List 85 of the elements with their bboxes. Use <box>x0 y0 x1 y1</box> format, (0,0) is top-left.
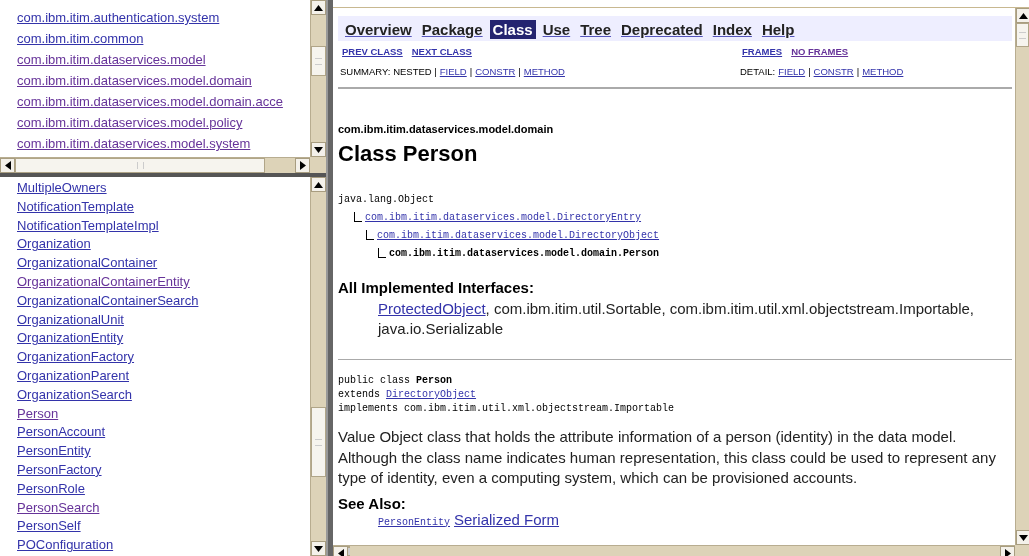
scrollbar-corner <box>1015 545 1029 556</box>
horizontal-scrollbar[interactable] <box>333 545 1015 556</box>
arrow-right-icon[interactable] <box>299 161 306 170</box>
class-name: com.ibm.itim.dataservices.model.domain.Person <box>389 247 660 261</box>
class-link[interactable]: NotificationTemplateImpl <box>17 216 159 236</box>
vertical-scrollbar[interactable] <box>310 0 326 157</box>
summary-text: | <box>469 66 473 77</box>
superclass-link[interactable]: DirectoryObject <box>386 389 477 400</box>
vertical-scrollbar[interactable] <box>310 177 326 556</box>
class-link[interactable]: PersonRole <box>17 479 85 499</box>
summary-link[interactable]: CONSTR <box>475 66 516 77</box>
class-signature: public class Person <box>338 374 454 388</box>
arrow-left-icon[interactable] <box>337 549 344 556</box>
class-title: Class Person <box>338 141 479 167</box>
nav-tab[interactable]: Use <box>539 20 574 39</box>
summary-link[interactable]: METHOD <box>523 66 565 77</box>
class-link[interactable]: OrganizationalUnit <box>17 310 124 330</box>
nav-tab[interactable]: Deprecated <box>618 20 706 39</box>
nav-link[interactable]: NO FRAMES <box>791 46 849 57</box>
class-link[interactable]: PersonSearch <box>17 498 100 518</box>
nav-link[interactable]: FRAMES <box>742 46 783 57</box>
arrow-right-icon[interactable] <box>1004 549 1011 556</box>
class-link[interactable]: OrganizationFactory <box>17 348 135 367</box>
extends-line: extends DirectoryObject <box>338 388 478 402</box>
arrow-down-icon[interactable] <box>314 146 323 153</box>
class-name: java.lang.Object <box>338 193 434 207</box>
class-link[interactable]: OrganizationEntity <box>17 329 124 349</box>
summary-text: | <box>856 66 860 77</box>
class-link[interactable]: PersonAccount <box>17 423 106 443</box>
class-link[interactable]: com.ibm.itim.dataservices.model.DirectoryEntry <box>365 209 642 227</box>
arrow-up-icon[interactable] <box>314 181 323 188</box>
package-link[interactable]: com.ibm.itim.dataservices.model.policy <box>17 112 243 133</box>
class-description: Value Object class that holds the attribute information of a person (identity) in the data model. Although the class name indicates human representation, this class could be used to represent any type of identity, even a computing system, which can be provisioned accounts. <box>338 427 997 488</box>
nav-tab[interactable]: Help <box>758 20 798 39</box>
summary-link[interactable]: FIELD <box>778 66 806 77</box>
arrow-up-icon[interactable] <box>1019 12 1028 19</box>
nav-link[interactable]: NEXT CLASS <box>411 46 472 57</box>
arrow-left-icon[interactable] <box>4 161 11 170</box>
summary-text: | <box>518 66 521 77</box>
package-link[interactable]: com.ibm.itim.common <box>17 28 144 49</box>
package-link[interactable]: com.ibm.itim.dataservices.model <box>17 49 206 70</box>
class-link[interactable]: OrganizationParent <box>17 366 129 386</box>
arrow-down-icon[interactable] <box>314 545 323 552</box>
nav-tab[interactable]: Package <box>418 20 486 39</box>
arrow-down-icon[interactable] <box>1019 534 1028 541</box>
class-link[interactable]: Organization <box>17 235 91 255</box>
section-heading: See Also: <box>338 494 407 512</box>
nav-link[interactable]: PREV CLASS <box>342 46 403 57</box>
scrollbar-corner <box>310 157 326 173</box>
interfaces-list: ProtectedObject, com.ibm.itim.util.Sortable, com.ibm.itim.util.xml.objectstream.Importable, java.io.Serializable <box>338 296 1012 339</box>
class-link[interactable]: com.ibm.itim.dataservices.model.DirectoryObject <box>377 227 660 245</box>
class-link[interactable]: OrganizationalContainerEntity <box>17 273 190 292</box>
summary-link[interactable]: CONSTR <box>813 66 854 77</box>
vertical-scrollbar[interactable] <box>1015 8 1029 545</box>
class-link[interactable]: POConfiguration <box>17 536 114 555</box>
summary-text: DETAIL: <box>740 66 776 77</box>
nav-tab[interactable]: Class <box>489 20 536 39</box>
nav-tab[interactable]: Index <box>709 20 755 39</box>
nav-tab[interactable]: Overview <box>342 20 415 39</box>
implements-line: implements com.ibm.itim.util.xml.objectstream.Importable <box>338 402 676 416</box>
nav-tab[interactable]: Tree <box>577 20 615 39</box>
summary-link[interactable]: METHOD <box>862 66 904 77</box>
see-also-link[interactable]: Serialized Form <box>454 511 560 528</box>
package-link[interactable]: com.ibm.itim.authentication.system <box>17 7 220 28</box>
summary-text: | <box>808 66 811 77</box>
summary-link[interactable]: FIELD <box>439 66 467 77</box>
class-link[interactable]: PersonFactory <box>17 460 102 480</box>
class-link[interactable]: Person <box>17 404 59 424</box>
see-also-link[interactable]: PersonEntity <box>378 514 450 531</box>
package-link[interactable]: com.ibm.itim.dataservices.model.domain.acce <box>17 91 283 112</box>
package-link[interactable]: com.ibm.itim.dataservices.model.domain <box>17 70 252 91</box>
section-heading: All Implemented Interfaces: <box>338 279 535 296</box>
class-link[interactable]: OrganizationalContainerSearch <box>17 291 199 311</box>
package-name: com.ibm.itim.dataservices.model.domain <box>338 123 555 135</box>
arrow-up-icon[interactable] <box>314 4 323 11</box>
package-link[interactable]: com.ibm.itim.dataservices.model.system <box>17 133 251 154</box>
interface-link[interactable]: ProtectedObject <box>378 300 486 317</box>
class-link[interactable]: OrganizationalContainer <box>17 254 158 273</box>
class-link[interactable]: NotificationTemplate <box>17 197 135 217</box>
horizontal-scrollbar[interactable] <box>0 157 310 173</box>
summary-text: SUMMARY: NESTED | <box>340 66 437 77</box>
class-link[interactable]: PersonEntity <box>17 442 91 461</box>
class-link[interactable]: OrganizationSearch <box>17 385 132 405</box>
class-link[interactable]: MultipleOwners <box>17 179 107 198</box>
class-link[interactable]: PersonSelf <box>17 517 81 537</box>
